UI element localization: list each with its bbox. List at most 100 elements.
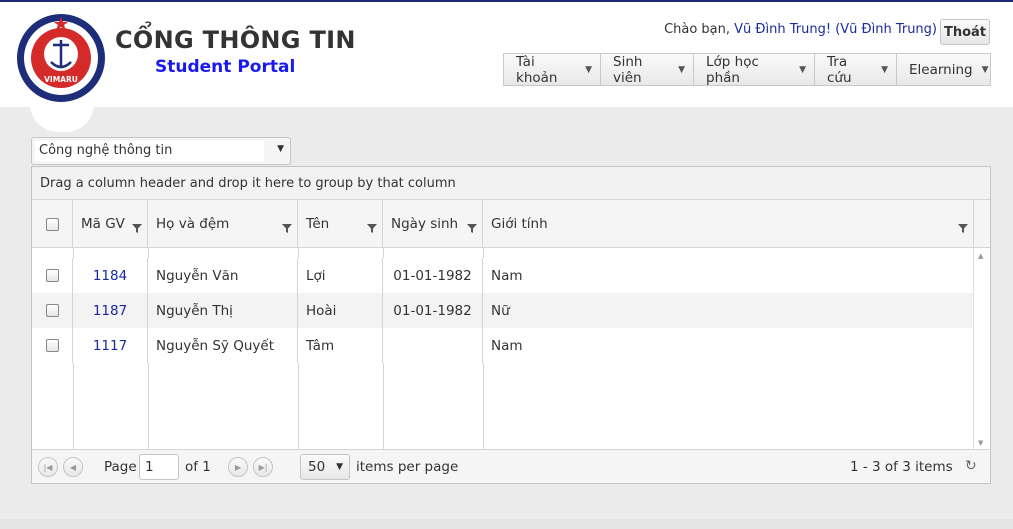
caret-down-icon: ▼ (336, 462, 343, 472)
caret-down-icon: ▼ (881, 64, 888, 75)
cell-lecturer-id: 1187 (73, 293, 148, 328)
cell-first-name: Hoài (298, 293, 383, 328)
header-first-name-label: Tên (306, 216, 330, 232)
main-menu: Tài khoản ▼ Sinh viên ▼ Lớp học phần ▼ Tra … (503, 53, 991, 86)
filter-icon[interactable] (366, 222, 378, 234)
page-number-input[interactable]: 1 (139, 454, 179, 480)
menu-elearning[interactable]: Elearning ▼ (897, 54, 990, 85)
caret-down-icon: ▼ (277, 144, 284, 154)
menu-student[interactable]: Sinh viên ▼ (601, 53, 694, 86)
lecturer-grid: Drag a column header and drop it here to… (31, 166, 991, 484)
cell-first-name: Tâm (298, 328, 383, 363)
user-name-link[interactable]: Vũ Đình Trung! (734, 22, 831, 37)
column-divider (298, 363, 299, 449)
column-divider (73, 363, 74, 449)
cell-birth-date (383, 328, 483, 363)
filter-icon[interactable] (957, 222, 969, 234)
items-per-page-label: items per page (356, 459, 459, 475)
refresh-icon[interactable]: ↻ (965, 458, 977, 474)
column-divider (148, 248, 149, 258)
cell-lecturer-id: 1117 (73, 328, 148, 363)
lecturer-id-link[interactable]: 1117 (93, 338, 127, 354)
menu-student-label: Sinh viên (613, 53, 643, 86)
logout-button[interactable]: Thoát (940, 19, 990, 45)
menu-course-section-label: Lớp học phần (706, 53, 759, 86)
cell-last-middle-name: Nguyễn Sỹ Quyết (148, 328, 298, 363)
column-divider (483, 248, 484, 258)
user-greeting: Chào bạn, Vũ Đình Trung! (Vũ Đình Trung) (664, 22, 937, 37)
row-select-cell (32, 258, 73, 293)
lecturer-id-link[interactable]: 1184 (93, 268, 127, 284)
column-divider (383, 248, 384, 258)
menu-lookup-label: Tra cứu (827, 53, 852, 86)
page-size-select[interactable]: 50 ▼ (300, 454, 350, 480)
caret-down-icon: ▼ (678, 64, 685, 75)
header-last-middle-name-label: Họ và đệm (156, 216, 230, 232)
page-count-label: of 1 (185, 459, 211, 475)
column-divider (298, 248, 299, 258)
header-last-middle-name[interactable]: Họ và đệm (148, 200, 298, 248)
table-row[interactable]: 1117 Nguyễn Sỹ Quyết Tâm Nam (32, 328, 973, 363)
svg-text:VIMARU: VIMARU (44, 75, 78, 84)
vertical-scrollbar[interactable]: ▲ ▼ (973, 248, 990, 449)
column-divider (73, 248, 74, 258)
grid-header: Mã GV Họ và đệm Tên Ngày sinh Giới tính (32, 200, 990, 248)
column-divider (483, 363, 484, 449)
vimaru-logo: VIMARU (17, 14, 105, 102)
row-checkbox[interactable] (46, 269, 59, 282)
row-select-cell (32, 328, 73, 363)
header-birth-date[interactable]: Ngày sinh (383, 200, 483, 248)
table-row[interactable]: 1187 Nguyễn Thị Hoài 01-01-1982 Nữ (32, 293, 973, 328)
header-gender[interactable]: Giới tính (483, 200, 974, 248)
caret-down-icon: ▼ (799, 64, 806, 75)
row-select-cell (32, 293, 73, 328)
user-name-paren: (Vũ Đình Trung) (835, 22, 937, 37)
cell-gender: Nam (491, 267, 523, 284)
select-all-checkbox[interactable] (46, 217, 59, 231)
header-select-all (32, 200, 73, 248)
header-first-name[interactable]: Tên (298, 200, 383, 248)
header-birth-date-label: Ngày sinh (391, 216, 459, 232)
first-page-icon[interactable]: |◀ (38, 457, 58, 477)
header-gender-label: Giới tính (491, 216, 548, 232)
table-row[interactable]: 1184 Nguyễn Văn Lợi 01-01-1982 Nam (32, 258, 973, 293)
last-page-icon[interactable]: ▶| (253, 457, 273, 477)
header-lecturer-id-label: Mã GV (81, 216, 125, 232)
cell-last-middle-name: Nguyễn Thị (148, 293, 298, 328)
items-summary: 1 - 3 of 3 items (850, 459, 953, 475)
scroll-down-icon[interactable]: ▼ (978, 439, 983, 447)
column-divider (383, 363, 384, 449)
filter-icon[interactable] (281, 222, 293, 234)
menu-account[interactable]: Tài khoản ▼ (504, 53, 601, 86)
cell-lecturer-id: 1184 (73, 258, 148, 293)
group-by-drop-area[interactable]: Drag a column header and drop it here to… (32, 167, 990, 200)
caret-down-icon: ▼ (981, 64, 989, 75)
cell-last-middle-name: Nguyễn Văn (148, 258, 298, 293)
menu-course-section[interactable]: Lớp học phần ▼ (694, 53, 815, 86)
bottom-strip (0, 519, 1013, 529)
row-checkbox[interactable] (46, 304, 59, 317)
department-select[interactable]: Công nghệ thông tin ▼ (31, 137, 291, 165)
next-page-icon[interactable]: ▶ (228, 457, 248, 477)
lecturer-id-link[interactable]: 1187 (93, 303, 127, 319)
row-checkbox[interactable] (46, 339, 59, 352)
portal-subtitle: Student Portal (155, 57, 296, 77)
scroll-up-icon[interactable]: ▲ (978, 252, 983, 260)
caret-down-icon: ▼ (585, 64, 592, 75)
menu-lookup[interactable]: Tra cứu ▼ (815, 53, 897, 86)
page-size-value: 50 (308, 459, 326, 475)
previous-page-icon[interactable]: ◀ (63, 457, 83, 477)
column-divider (148, 363, 149, 449)
header-lecturer-id[interactable]: Mã GV (73, 200, 148, 248)
menu-account-label: Tài khoản (516, 53, 558, 86)
greeting-prefix: Chào bạn, (664, 22, 735, 37)
portal-title: CỔNG THÔNG TIN (115, 26, 356, 54)
cell-gender: Nam (491, 337, 523, 354)
cell-gender: Nữ (491, 302, 510, 319)
filter-icon[interactable] (466, 222, 478, 234)
department-select-value: Công nghệ thông tin (35, 141, 264, 161)
cell-birth-date: 01-01-1982 (383, 293, 483, 328)
cell-first-name: Lợi (298, 258, 383, 293)
filter-icon[interactable] (131, 222, 143, 234)
cell-birth-date: 01-01-1982 (383, 258, 483, 293)
